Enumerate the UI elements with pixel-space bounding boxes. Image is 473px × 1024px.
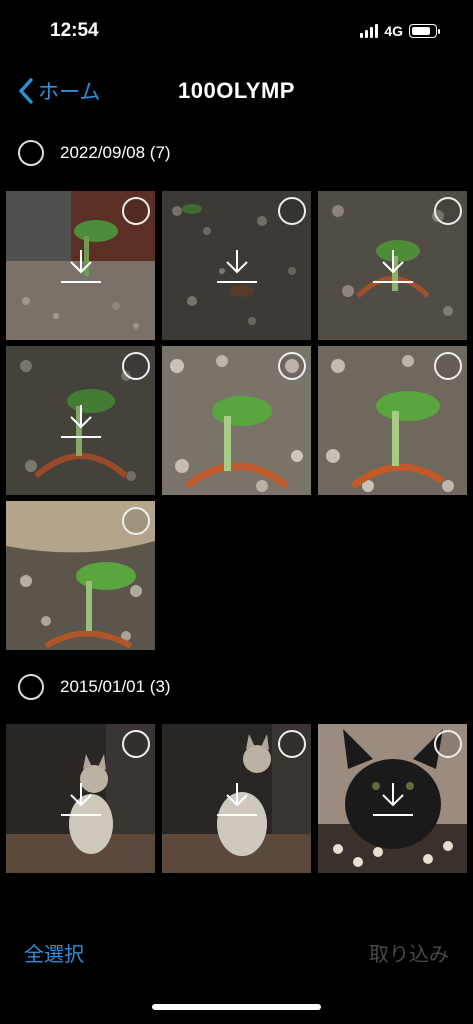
section-header-2022: 2022/09/08 (7) [18, 140, 171, 166]
photo-thumbnail[interactable] [162, 724, 311, 873]
select-checkbox[interactable] [122, 730, 150, 758]
section-date-label: 2022/09/08 (7) [60, 143, 171, 162]
photo-grid-2015 [6, 724, 467, 873]
section-select-checkbox[interactable] [18, 140, 44, 166]
network-type: 4G [384, 23, 403, 39]
select-checkbox[interactable] [122, 507, 150, 535]
select-checkbox[interactable] [434, 730, 462, 758]
cellular-signal-icon [360, 24, 379, 38]
photo-thumbnail[interactable] [162, 346, 311, 495]
photo-thumbnail[interactable] [318, 191, 467, 340]
battery-icon [409, 24, 440, 38]
select-checkbox[interactable] [278, 730, 306, 758]
photo-thumbnail[interactable] [6, 501, 155, 650]
home-indicator[interactable] [152, 1004, 321, 1010]
select-checkbox[interactable] [122, 352, 150, 380]
download-icon [60, 404, 101, 438]
photo-thumbnail[interactable] [162, 191, 311, 340]
status-time: 12:54 [50, 20, 99, 41]
select-checkbox[interactable] [122, 197, 150, 225]
import-button[interactable]: 取り込み [369, 938, 449, 967]
section-header-2015: 2015/01/01 (3) [18, 674, 171, 700]
section-date-label: 2015/01/01 (3) [60, 677, 171, 696]
select-checkbox[interactable] [278, 197, 306, 225]
bottom-toolbar: 全選択 取り込み [0, 930, 473, 974]
select-checkbox[interactable] [278, 352, 306, 380]
status-indicators: 4G [360, 23, 440, 39]
photo-grid-2022 [6, 191, 467, 651]
navigation-bar: ホーム 100OLYMP [0, 70, 473, 114]
download-icon [372, 782, 413, 816]
status-bar: 12:54 4G [0, 0, 473, 64]
download-icon [216, 249, 257, 283]
download-icon [216, 782, 257, 816]
photo-thumbnail[interactable] [6, 724, 155, 873]
photo-thumbnail[interactable] [318, 346, 467, 495]
select-all-button[interactable]: 全選択 [24, 938, 84, 967]
select-checkbox[interactable] [434, 352, 462, 380]
section-select-checkbox[interactable] [18, 674, 44, 700]
download-icon [60, 782, 101, 816]
select-checkbox[interactable] [434, 197, 462, 225]
photo-thumbnail[interactable] [6, 191, 155, 340]
download-icon [60, 249, 101, 283]
photo-thumbnail[interactable] [6, 346, 155, 495]
download-icon [372, 249, 413, 283]
photo-thumbnail[interactable] [318, 724, 467, 873]
page-title: 100OLYMP [178, 78, 295, 103]
